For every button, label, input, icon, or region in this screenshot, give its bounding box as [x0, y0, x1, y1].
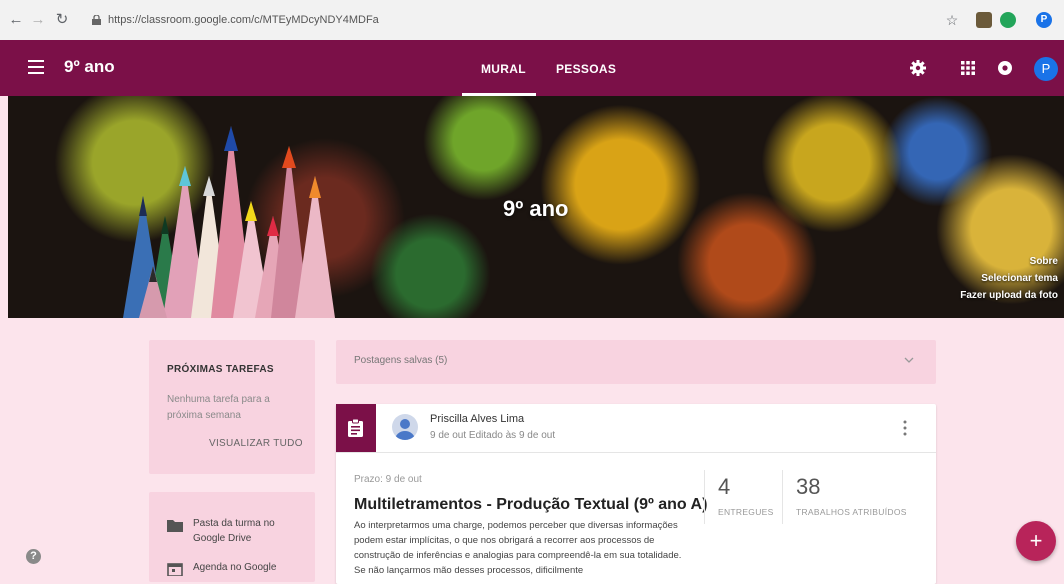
assignment-badge: [336, 404, 376, 452]
class-title: 9º ano: [64, 57, 115, 76]
assignment-title[interactable]: Multiletramentos - Produção Textual (9º …: [354, 496, 707, 514]
gear-icon[interactable]: [909, 59, 927, 77]
back-arrow-icon[interactable]: ←: [8, 11, 24, 29]
notifications-icon[interactable]: [996, 59, 1014, 77]
grammarly-extension-icon[interactable]: [1000, 12, 1016, 28]
turned-in-label: ENTREGUES: [718, 507, 774, 517]
more-options-icon[interactable]: [903, 420, 907, 436]
class-banner: 9º ano Sobre Selecionar tema Fazer uploa…: [8, 96, 1064, 318]
apps-grid-icon[interactable]: [959, 59, 977, 77]
upcoming-tasks-card: PRÓXIMAS TAREFAS Nenhuma tarefa para a p…: [149, 340, 315, 474]
drive-folder-label: Pasta da turma no Google Drive: [193, 518, 275, 544]
upload-photo-link[interactable]: Fazer upload da foto: [960, 290, 1058, 301]
user-avatar[interactable]: P: [1034, 57, 1058, 81]
class-links-card: Pasta da turma no Google Drive Agenda no…: [149, 492, 315, 582]
forward-arrow-icon[interactable]: →: [30, 11, 46, 29]
view-all-button[interactable]: VISUALIZAR TUDO: [209, 438, 303, 449]
upcoming-tasks-title: PRÓXIMAS TAREFAS: [167, 364, 274, 375]
assignment-icon: [348, 419, 363, 437]
menu-icon[interactable]: [28, 60, 44, 74]
stat-divider: [704, 470, 705, 524]
folder-icon: [167, 520, 183, 532]
address-bar[interactable]: https://classroom.google.com/c/MTEyMDcyN…: [92, 7, 932, 33]
author-avatar: [392, 414, 418, 440]
assigned-label: TRABALHOS ATRIBUÍDOS: [796, 507, 907, 517]
tab-pessoas[interactable]: PESSOAS: [556, 62, 616, 76]
saved-posts-bar[interactable]: Postagens salvas (5): [336, 340, 936, 384]
star-icon[interactable]: ☆: [944, 11, 960, 29]
due-date: Prazo: 9 de out: [354, 474, 422, 485]
classroom-app-bar: 9º ano MURAL PESSOAS: [0, 40, 1064, 96]
calendar-link[interactable]: Agenda no Google: [167, 560, 297, 576]
select-theme-link[interactable]: Selecionar tema: [981, 273, 1058, 284]
colored-pencils-image: [123, 126, 335, 318]
stat-divider: [782, 470, 783, 524]
add-fab-button[interactable]: +: [1016, 521, 1056, 561]
lock-icon: [92, 15, 101, 25]
assignment-description: Ao interpretarmos uma charge, podemos pe…: [354, 520, 682, 576]
reload-icon[interactable]: ↻: [54, 11, 70, 29]
banner-title: 9º ano: [503, 196, 569, 221]
assigned-count[interactable]: 38: [796, 474, 820, 500]
browser-toolbar: ← → ↻ https://classroom.google.com/c/MTE…: [0, 0, 1064, 41]
tab-mural[interactable]: MURAL: [481, 62, 526, 76]
turned-in-count[interactable]: 4: [718, 474, 730, 500]
drive-folder-link[interactable]: Pasta da turma no Google Drive: [167, 516, 287, 546]
chevron-down-icon[interactable]: [904, 355, 914, 365]
saved-posts-label: Postagens salvas (5): [354, 355, 448, 366]
browser-profile-avatar[interactable]: P: [1036, 12, 1052, 28]
calendar-label: Agenda no Google: [193, 562, 277, 573]
no-tasks-text: Nenhuma tarefa para a próxima semana: [167, 394, 270, 421]
assignment-post-card[interactable]: Priscilla Alves Lima 9 de out Editado às…: [336, 404, 936, 584]
url-text: https://classroom.google.com/c/MTEyMDcyN…: [108, 14, 379, 26]
post-meta: 9 de out Editado às 9 de out: [430, 430, 556, 441]
about-link[interactable]: Sobre: [1030, 256, 1058, 267]
help-icon[interactable]: ?: [26, 549, 41, 564]
post-divider: [336, 452, 936, 453]
calendar-icon: [167, 563, 183, 576]
post-author: Priscilla Alves Lima: [430, 413, 525, 425]
extension-icon[interactable]: [976, 12, 992, 28]
